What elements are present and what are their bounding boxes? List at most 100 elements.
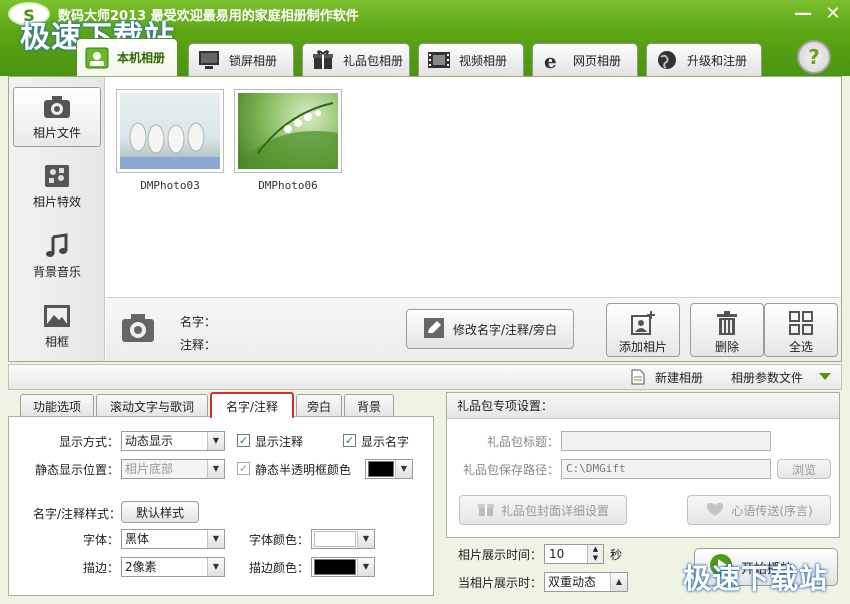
sidebar-item-frame[interactable]: 相框: [13, 297, 101, 357]
sidebar-item-background-music[interactable]: 背景音乐: [13, 227, 101, 287]
edit-button-label: 修改名字/注释/旁白: [452, 322, 558, 337]
select-all-button[interactable]: 全选: [764, 303, 838, 357]
subtab-narration[interactable]: 旁白: [296, 394, 342, 418]
photo-image: [238, 93, 338, 169]
browser-e-icon: e: [541, 49, 565, 73]
tab-gift-album[interactable]: 礼品包相册: [302, 43, 410, 76]
name-label: 名字：: [180, 315, 217, 329]
font-color-picker[interactable]: ▼: [311, 529, 375, 549]
edit-name-note-button[interactable]: 修改名字/注释/旁白: [406, 309, 574, 349]
heart-message-label: 心语传送(序言): [731, 503, 813, 518]
tab-label: 本机相册: [117, 51, 166, 65]
add-photo-icon: [630, 310, 656, 336]
add-photo-button[interactable]: 添加相片: [606, 303, 680, 357]
watermark-bottom: 极速下载站: [682, 562, 828, 595]
chevron-up-icon: ▲: [610, 573, 627, 591]
show-name-checkbox[interactable]: ✓: [343, 434, 356, 447]
chevron-down-icon: ▼: [357, 558, 374, 576]
tab-lock-screen-album[interactable]: 锁屏相册: [188, 43, 294, 76]
static-position-value: 相片底部: [125, 462, 174, 476]
show-name-label: 显示名字: [361, 435, 410, 449]
camera-icon: [120, 310, 156, 344]
font-label: 字体：: [82, 533, 119, 547]
default-style-button[interactable]: 默认样式: [121, 501, 199, 523]
show-note-checkbox[interactable]: ✓: [237, 434, 250, 447]
stroke-select[interactable]: 2像素 ▼: [121, 557, 225, 577]
heart-message-button[interactable]: 心语传送(序言): [687, 495, 831, 525]
display-mode-select[interactable]: 动态显示 ▼: [121, 431, 225, 451]
stroke-value: 2像素: [125, 560, 157, 574]
trash-icon: [714, 310, 740, 336]
show-time-spinner[interactable]: 10 ▲ ▼: [544, 544, 604, 564]
gift-title-input[interactable]: [561, 431, 771, 451]
style-label: 名字/注释样式：: [32, 507, 121, 521]
tab-label: 礼品包相册: [343, 53, 404, 68]
tab-web-album[interactable]: e 网页相册: [532, 43, 638, 76]
font-select[interactable]: 黑体 ▼: [121, 529, 225, 549]
new-album-link[interactable]: 新建相册: [655, 369, 703, 386]
subtab-background[interactable]: 背景: [344, 394, 394, 418]
current-show-select[interactable]: 双重动态 ▲: [544, 572, 628, 592]
photo-thumbnail[interactable]: [234, 89, 342, 173]
subtab-name-note[interactable]: 名字/注释: [210, 392, 294, 418]
sidebar: 相片文件 相片特效 背景音乐 相框: [9, 77, 105, 361]
subtab-scroll-text-lyrics[interactable]: 滚动文字与歌词: [96, 394, 208, 418]
tab-label: 网页相册: [573, 53, 622, 68]
spinner-arrows-icon[interactable]: ▲ ▼: [587, 545, 603, 563]
sidebar-item-label: 相片特效: [32, 195, 81, 209]
frame-color-picker[interactable]: ▼: [365, 459, 413, 479]
photo-grid: DMPhoto03 DMPhoto06: [106, 77, 841, 297]
stroke-color-swatch: [314, 559, 356, 575]
tab-upgrade-register[interactable]: 升级和注册: [646, 43, 762, 76]
display-mode-value: 动态显示: [125, 434, 174, 448]
stroke-color-picker[interactable]: ▼: [311, 557, 375, 577]
browse-button[interactable]: 浏览: [777, 459, 831, 479]
gift-path-input[interactable]: C:\DMGift: [561, 459, 771, 479]
current-show-value: 双重动态: [548, 575, 597, 589]
tab-label: 锁屏相册: [229, 53, 278, 68]
add-photo-label: 添加相片: [618, 340, 667, 354]
dropdown-arrow-icon[interactable]: [819, 373, 831, 380]
static-position-select[interactable]: 相片底部 ▼: [121, 459, 225, 479]
font-value: 黑体: [125, 532, 150, 546]
chevron-down-icon: ▼: [207, 460, 224, 478]
frame-color-swatch: [368, 461, 394, 477]
app-window: S 数码大师2013 最受欢迎最易用的家庭相册制作软件 — ✕ ? 极速下载站 …: [0, 0, 850, 604]
chevron-down-icon: ▼: [395, 460, 412, 478]
sidebar-item-label: 相片文件: [32, 126, 81, 140]
close-button[interactable]: ✕: [820, 2, 846, 26]
tab-video-album[interactable]: 视频相册: [418, 43, 524, 76]
tab-label: 视频相册: [459, 53, 508, 68]
gift-title-label: 礼品包标题：: [486, 435, 559, 449]
frame-icon: [42, 303, 72, 329]
album-params-menu[interactable]: 相册参数文件: [731, 369, 803, 386]
delete-button[interactable]: 删除: [690, 303, 764, 357]
subtab-function-options[interactable]: 功能选项: [20, 394, 94, 418]
show-note-label: 显示注释: [255, 435, 304, 449]
gift-cover-settings-button[interactable]: 礼品包封面详细设置: [459, 495, 627, 525]
grid-icon: [788, 310, 814, 336]
camera-icon: [42, 94, 72, 120]
note-label: 注释：: [180, 338, 217, 352]
help-button[interactable]: ?: [797, 40, 831, 74]
sidebar-item-photo-files[interactable]: 相片文件: [13, 87, 101, 147]
sidebar-item-photo-effects[interactable]: 相片特效: [13, 157, 101, 217]
svg-text:e: e: [544, 49, 557, 71]
select-all-label: 全选: [788, 340, 813, 354]
document-icon: [631, 369, 645, 388]
album-toolbar: 新建相册 相册参数文件: [8, 364, 842, 390]
static-frame-checkbox[interactable]: ✓: [237, 462, 250, 475]
minimize-button[interactable]: —: [790, 2, 816, 26]
stroke-color-label: 描边颜色：: [248, 561, 309, 575]
chevron-down-icon: ▼: [207, 432, 224, 450]
chevron-down-icon: ▼: [357, 530, 374, 548]
tab-local-album[interactable]: 本机相册: [76, 38, 178, 76]
photo-name: DMPhoto03: [140, 179, 200, 192]
gift-cover-label: 礼品包封面详细设置: [500, 503, 609, 518]
photo-thumbnail[interactable]: [116, 89, 224, 173]
gift-icon: [311, 49, 335, 71]
chevron-down-icon: ▼: [207, 530, 224, 548]
effects-icon: [42, 163, 72, 189]
current-show-label: 当相片展示时：: [457, 576, 542, 590]
album-panel: 相片文件 相片特效 背景音乐 相框 DMPhoto03 DMPhoto06 名字…: [8, 76, 842, 362]
